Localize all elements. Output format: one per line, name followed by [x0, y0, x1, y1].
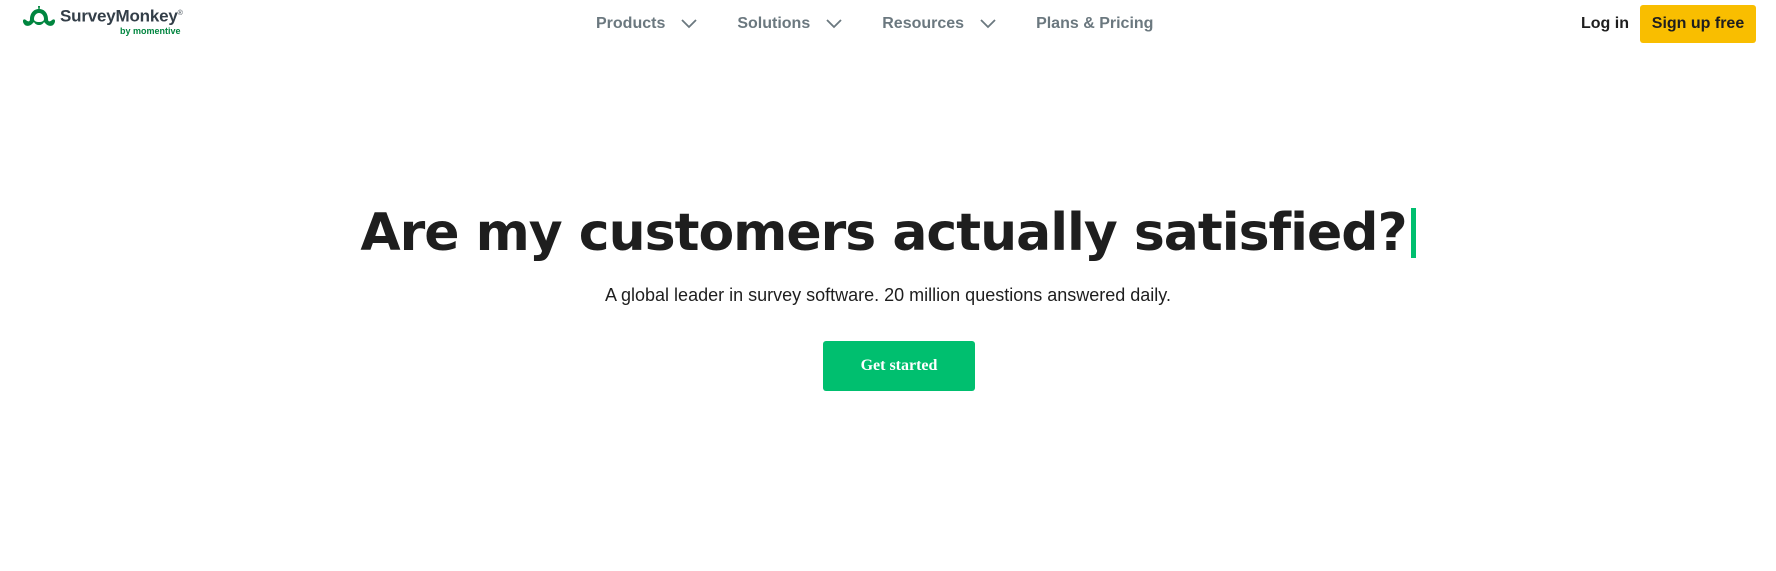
chevron-down-icon [681, 19, 697, 29]
nav-item-label: Plans & Pricing [1036, 15, 1154, 32]
nav-item-label: Solutions [737, 15, 811, 32]
nav-item-label: Products [596, 15, 666, 32]
signup-button[interactable]: Sign up free [1640, 5, 1756, 43]
chevron-down-icon [980, 19, 996, 29]
chevron-down-icon [826, 19, 842, 29]
brand-name: SurveyMonkey® [60, 6, 183, 26]
hero-subtitle: A global leader in survey software. 20 m… [605, 285, 1171, 305]
nav-item-solutions[interactable]: Solutions [737, 15, 842, 33]
get-started-button[interactable]: Get started [823, 341, 975, 391]
hero-title: Are my customers actually satisfied? [0, 200, 1776, 266]
brand-byline: by momentive [120, 25, 181, 36]
page: SurveyMonkey® by momentive Products Solu… [0, 0, 1776, 571]
surveymonkey-logo[interactable]: SurveyMonkey® by momentive [22, 4, 183, 44]
login-link[interactable]: Log in [1581, 12, 1629, 36]
nav-item-resources[interactable]: Resources [882, 15, 996, 33]
nav-item-label: Resources [882, 15, 965, 32]
nav-item-products[interactable]: Products [596, 15, 697, 33]
nav-item-plans-pricing[interactable]: Plans & Pricing [1036, 15, 1153, 33]
typing-caret [1410, 208, 1416, 258]
monkey-logo-icon [22, 6, 56, 26]
main-nav: Products Solutions Resources Plans & Pri… [596, 0, 1193, 48]
site-header: SurveyMonkey® by momentive Products Solu… [0, 0, 1776, 48]
